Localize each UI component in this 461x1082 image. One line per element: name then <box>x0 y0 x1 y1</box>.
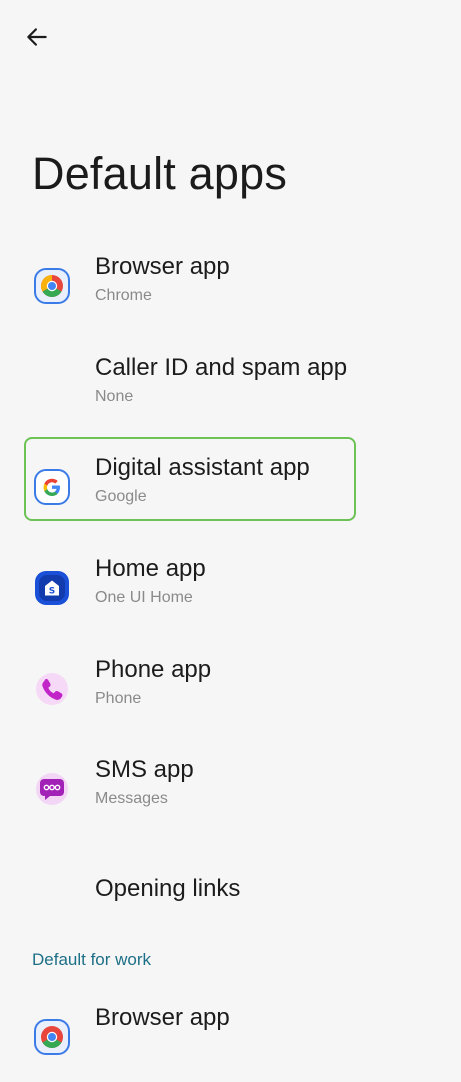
list-item-browser-app[interactable]: Browser app Chrome <box>0 241 461 331</box>
one-ui-home-icon: S <box>35 571 69 605</box>
list-item-home-app[interactable]: S Home app One UI Home <box>0 543 461 633</box>
section-header-default-for-work: Default for work <box>32 950 152 969</box>
list-item-caller-id-app[interactable]: Caller ID and spam app None <box>0 342 461 432</box>
item-label: Caller ID and spam app <box>95 354 348 381</box>
svg-text:S: S <box>49 587 55 597</box>
item-label: Opening links <box>95 875 241 902</box>
item-label: Browser app <box>95 1004 230 1031</box>
chrome-icon <box>34 1019 70 1055</box>
list-item-sms-app[interactable]: SMS app Messages <box>0 744 461 834</box>
list-item-work-browser-app[interactable]: Browser app <box>0 992 461 1082</box>
list-item-phone-app[interactable]: Phone app Phone <box>0 644 461 734</box>
item-label: Home app <box>95 555 206 582</box>
item-value: One UI Home <box>95 589 193 606</box>
item-value: Phone <box>95 690 142 707</box>
page-title: Default apps <box>32 148 288 199</box>
list-item-digital-assistant-app[interactable]: Digital assistant app Google <box>0 442 461 532</box>
back-arrow-icon <box>27 28 47 46</box>
item-label: Browser app <box>95 253 230 280</box>
item-label: Digital assistant app <box>95 454 310 481</box>
phone-icon <box>36 673 68 705</box>
list-item-opening-links[interactable]: Opening links <box>0 845 461 935</box>
google-icon <box>34 469 70 505</box>
item-label: SMS app <box>95 756 194 783</box>
item-value: Google <box>95 488 147 505</box>
messages-icon <box>36 773 68 805</box>
item-label: Phone app <box>95 656 212 683</box>
chrome-icon <box>34 268 70 304</box>
item-value: Messages <box>95 790 168 807</box>
item-value: None <box>95 388 134 405</box>
item-value: Chrome <box>95 287 152 304</box>
back-button[interactable] <box>18 18 56 56</box>
